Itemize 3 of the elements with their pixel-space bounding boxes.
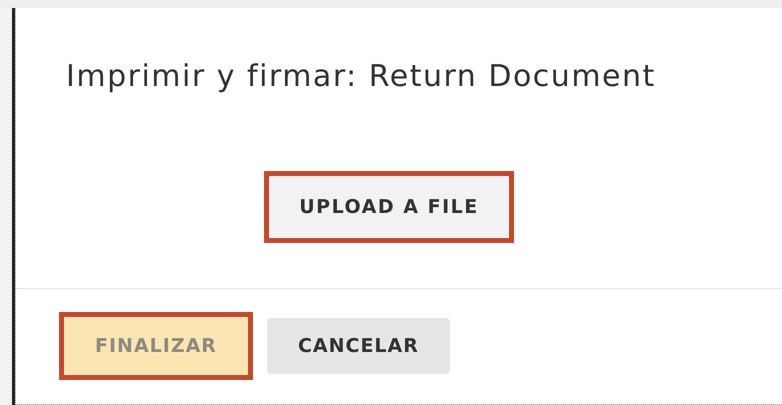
upload-button[interactable]: UPLOAD A FILE	[264, 171, 514, 243]
cancel-button[interactable]: CANCELAR	[266, 318, 450, 374]
dialog-title: Imprimir y firmar: Return Document	[66, 58, 656, 96]
